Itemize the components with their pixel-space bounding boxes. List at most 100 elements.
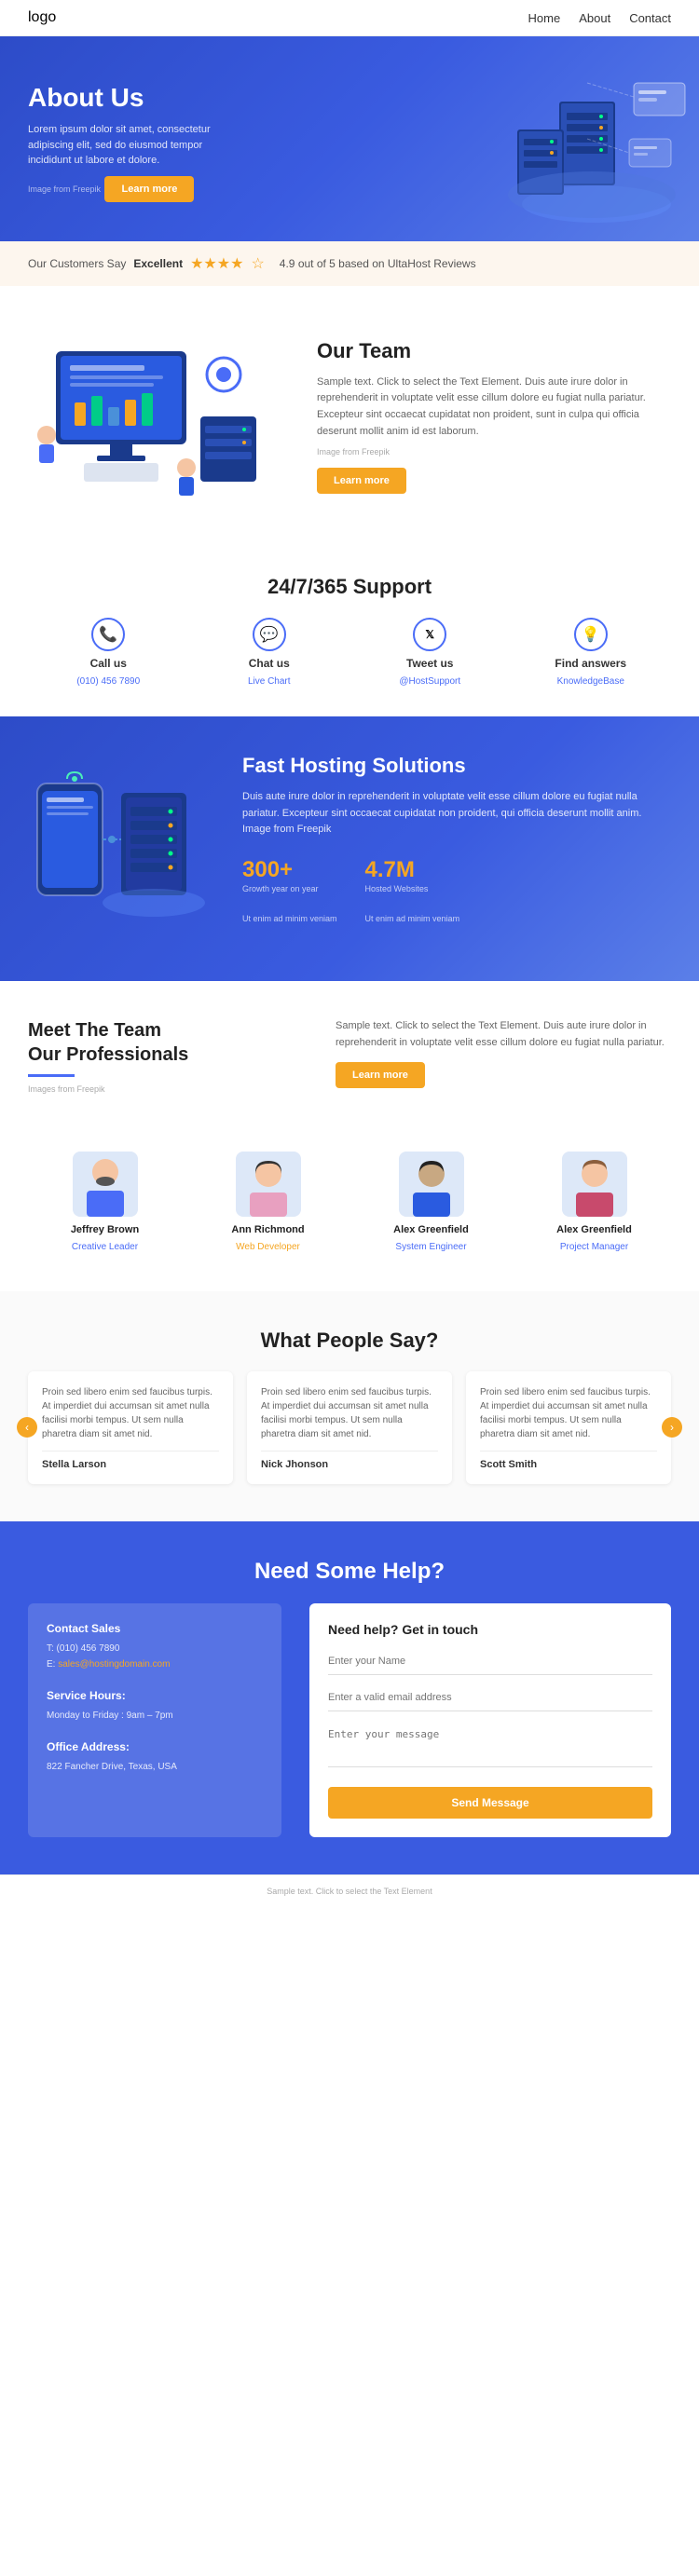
contact-email: E: sales@hostingdomain.com bbox=[47, 1656, 263, 1672]
stat-hosted-sub: Ut enim ad minim veniam bbox=[365, 913, 460, 925]
stat-growth-sub: Ut enim ad minim veniam bbox=[242, 913, 337, 925]
support-find-label: Find answers bbox=[511, 657, 672, 670]
meet-team-right: Sample text. Click to select the Text El… bbox=[336, 1018, 671, 1088]
service-hours: Monday to Friday : 9am – 7pm bbox=[47, 1708, 263, 1724]
testimonials-section: What People Say? Proin sed libero enim s… bbox=[0, 1291, 699, 1521]
help-section: Need Some Help? Contact Sales T: (010) 4… bbox=[0, 1521, 699, 1874]
testimonial-next-nav: › bbox=[662, 1417, 682, 1438]
support-tweet-label: Tweet us bbox=[350, 657, 511, 670]
team-illustration bbox=[28, 323, 289, 510]
member-2-name: Ann Richmond bbox=[191, 1224, 345, 1235]
meet-team-learn-more-button[interactable]: Learn more bbox=[336, 1062, 425, 1088]
nav-home[interactable]: Home bbox=[528, 11, 561, 25]
stat-hosted-label: Hosted Websites bbox=[365, 883, 460, 895]
testimonials-container: Proin sed libero enim sed faucibus turpi… bbox=[28, 1371, 671, 1484]
hero-description: Lorem ipsum dolor sit amet, consectetur … bbox=[28, 122, 214, 169]
meet-team-description: Sample text. Click to select the Text El… bbox=[336, 1018, 671, 1051]
support-tweet-sub: @HostSupport bbox=[399, 676, 460, 687]
member-1: Jeffrey Brown Creative Leader bbox=[28, 1152, 182, 1254]
fast-hosting-section: Fast Hosting Solutions Duis aute irure d… bbox=[0, 716, 699, 981]
rating-prefix: Our Customers Say bbox=[28, 257, 126, 270]
testimonial-1-text: Proin sed libero enim sed faucibus turpi… bbox=[42, 1385, 219, 1441]
office-address: 822 Fancher Drive, Texas, USA bbox=[47, 1759, 263, 1775]
rating-stars: ★★★★ bbox=[190, 254, 243, 273]
testimonial-next-button[interactable]: › bbox=[662, 1417, 682, 1438]
member-4-name: Alex Greenfield bbox=[517, 1224, 671, 1235]
our-team-section: Our Team Sample text. Click to select th… bbox=[0, 286, 699, 547]
stat-growth: 300+ Growth year on year Ut enim ad mini… bbox=[242, 857, 337, 944]
form-email-input[interactable] bbox=[328, 1684, 652, 1711]
title-underline bbox=[28, 1074, 75, 1077]
contact-email-link[interactable]: sales@hostingdomain.com bbox=[58, 1659, 170, 1670]
hero-section: About Us Lorem ipsum dolor sit amet, con… bbox=[0, 36, 699, 241]
member-1-role: Creative Leader bbox=[72, 1242, 138, 1252]
meet-team-image-label: Images from Freepik bbox=[28, 1084, 308, 1094]
member-1-name: Jeffrey Brown bbox=[28, 1224, 182, 1235]
hero-title: About Us bbox=[28, 83, 671, 113]
testimonial-3-text: Proin sed libero enim sed faucibus turpi… bbox=[480, 1385, 657, 1441]
testimonials-grid: Proin sed libero enim sed faucibus turpi… bbox=[28, 1371, 671, 1484]
member-1-avatar bbox=[73, 1152, 138, 1217]
support-chat-sub: Live Chart bbox=[248, 676, 291, 687]
stat-hosted-number: 4.7M bbox=[365, 857, 460, 883]
support-section: 24/7/365 Support 📞 Call us (010) 456 789… bbox=[0, 547, 699, 716]
support-call-label: Call us bbox=[28, 657, 189, 670]
testimonial-1-author: Stella Larson bbox=[42, 1451, 219, 1470]
member-2: Ann Richmond Web Developer bbox=[191, 1152, 345, 1254]
member-3-role: System Engineer bbox=[395, 1242, 466, 1252]
hosting-description: Duis aute irure dolor in reprehenderit i… bbox=[242, 789, 671, 838]
team-learn-more-button[interactable]: Learn more bbox=[317, 468, 406, 494]
meet-team-section: Meet The Team Our Professionals Images f… bbox=[0, 981, 699, 1142]
nav-links: Home About Contact bbox=[528, 11, 671, 25]
support-find-sub: KnowledgeBase bbox=[557, 676, 624, 687]
support-tweet: 𝕏 Tweet us @HostSupport bbox=[350, 618, 511, 688]
member-4-avatar bbox=[562, 1152, 627, 1217]
office-address-title: Office Address: bbox=[47, 1740, 263, 1753]
member-3: Alex Greenfield System Engineer bbox=[354, 1152, 508, 1254]
nav-about[interactable]: About bbox=[579, 11, 610, 25]
contact-info: Contact Sales T: (010) 456 7890 E: sales… bbox=[28, 1603, 281, 1837]
stat-growth-label: Growth year on year bbox=[242, 883, 337, 895]
email-label: E: bbox=[47, 1659, 55, 1670]
hosting-illustration bbox=[28, 765, 214, 933]
meet-team-title-line2: Our Professionals bbox=[28, 1043, 308, 1067]
team-image-label: Image from Freepik bbox=[317, 447, 671, 457]
form-name-input[interactable] bbox=[328, 1648, 652, 1675]
testimonial-2-author: Nick Jhonson bbox=[261, 1451, 438, 1470]
rating-bar: Our Customers Say Excellent ★★★★ ☆ 4.9 o… bbox=[0, 241, 699, 286]
hero-image-label: Image from Freepik bbox=[28, 184, 101, 194]
contact-form: Need help? Get in touch Send Message bbox=[309, 1603, 671, 1837]
call-icon: 📞 bbox=[91, 618, 125, 651]
team-title: Our Team bbox=[317, 339, 671, 363]
meet-team-title-line1: Meet The Team bbox=[28, 1018, 308, 1043]
testimonial-3: Proin sed libero enim sed faucibus turpi… bbox=[466, 1371, 671, 1484]
help-grid: Contact Sales T: (010) 456 7890 E: sales… bbox=[28, 1603, 671, 1837]
testimonial-prev-nav: ‹ bbox=[17, 1417, 37, 1438]
testimonial-3-author: Scott Smith bbox=[480, 1451, 657, 1470]
footer-note: Sample text. Click to select the Text El… bbox=[0, 1874, 699, 1907]
form-send-button[interactable]: Send Message bbox=[328, 1787, 652, 1819]
stat-hosted: 4.7M Hosted Websites Ut enim ad minim ve… bbox=[365, 857, 460, 944]
member-2-role: Web Developer bbox=[236, 1242, 300, 1252]
rating-score: 4.9 out of 5 based on UltaHost Reviews bbox=[280, 257, 476, 270]
testimonial-prev-button[interactable]: ‹ bbox=[17, 1417, 37, 1438]
contact-phone: T: (010) 456 7890 bbox=[47, 1641, 263, 1656]
team-content: Our Team Sample text. Click to select th… bbox=[317, 339, 671, 494]
support-call: 📞 Call us (010) 456 7890 bbox=[28, 618, 189, 688]
support-call-sub: (010) 456 7890 bbox=[76, 676, 140, 687]
support-icons: 📞 Call us (010) 456 7890 💬 Chat us Live … bbox=[28, 618, 671, 688]
testimonial-1: Proin sed libero enim sed faucibus turpi… bbox=[28, 1371, 233, 1484]
hero-learn-more-button[interactable]: Learn more bbox=[104, 176, 194, 202]
member-3-name: Alex Greenfield bbox=[354, 1224, 508, 1235]
hosting-illustration-svg bbox=[28, 765, 214, 933]
testimonial-2-text: Proin sed libero enim sed faucibus turpi… bbox=[261, 1385, 438, 1441]
tweet-icon: 𝕏 bbox=[413, 618, 446, 651]
form-title: Need help? Get in touch bbox=[328, 1622, 652, 1637]
help-title: Need Some Help? bbox=[28, 1559, 671, 1585]
nav-contact[interactable]: Contact bbox=[629, 11, 671, 25]
form-message-input[interactable] bbox=[328, 1721, 652, 1767]
support-chat-label: Chat us bbox=[189, 657, 350, 670]
chat-icon: 💬 bbox=[253, 618, 286, 651]
member-4-role: Project Manager bbox=[560, 1242, 628, 1252]
testimonials-title: What People Say? bbox=[28, 1329, 671, 1353]
